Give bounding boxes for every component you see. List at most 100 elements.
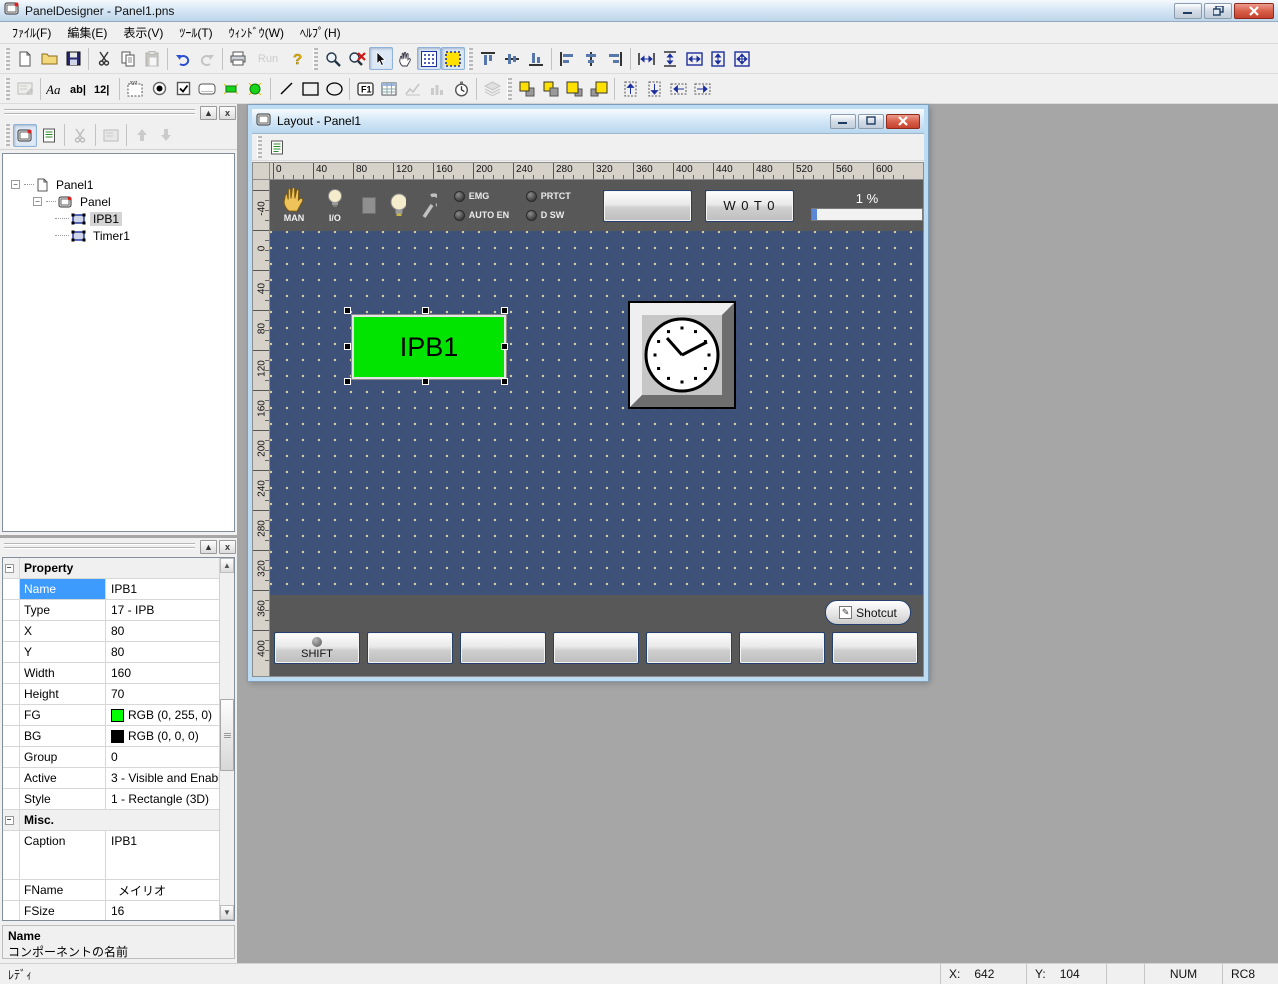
property-row-type[interactable]: Type17 - IPB [3,600,234,621]
shotcut-button[interactable]: ✎ Shotcut [825,600,911,625]
snap-grid-icon[interactable] [441,47,465,70]
property-row-x[interactable]: X80 [3,621,234,642]
layout-restore-button[interactable] [858,114,884,129]
property-row-bg[interactable]: BG RGB (0, 0, 0) [3,726,234,747]
paste-icon[interactable] [140,47,164,70]
bulb-icon-large[interactable] [389,192,405,220]
property-row-group[interactable]: Group0 [3,747,234,768]
menu-tools[interactable]: ﾂｰﾙ(T) [171,21,220,44]
selection-handle[interactable] [344,343,351,350]
redo-icon[interactable] [195,47,219,70]
selection-handle[interactable] [344,307,351,314]
property-row-y[interactable]: Y80 [3,642,234,663]
panel-close-icon[interactable]: x [219,540,236,554]
selection-handle[interactable] [501,307,508,314]
restore-button[interactable] [1204,3,1232,19]
property-group-misc-header[interactable]: − Misc. [3,810,234,831]
fit-right-icon[interactable] [690,77,714,100]
checkbox-icon[interactable] [171,77,195,100]
collapse-icon[interactable]: − [11,180,20,189]
scroll-thumb[interactable] [220,699,234,771]
button-icon[interactable] [195,77,219,100]
function-button-4[interactable] [553,632,639,664]
fit-top-icon[interactable] [618,77,642,100]
send-backward-icon[interactable] [587,77,611,100]
panel-view-icon[interactable] [13,124,37,147]
pan-hand-icon[interactable] [393,47,417,70]
font-icon[interactable]: Aa [44,77,68,100]
bring-forward-icon[interactable] [563,77,587,100]
ellipse-icon[interactable] [322,77,346,100]
fit-left-icon[interactable] [666,77,690,100]
page-view-icon[interactable] [37,124,61,147]
open-folder-icon[interactable] [37,47,61,70]
function-button-7[interactable] [832,632,918,664]
toolbar-grip[interactable] [257,136,262,158]
function-button-2[interactable] [367,632,453,664]
property-group-header[interactable]: − Property [3,558,234,579]
selection-handle[interactable] [501,378,508,385]
property-icon[interactable] [13,77,37,100]
fit-bottom-icon[interactable] [642,77,666,100]
design-canvas[interactable]: IPB1 [270,231,923,595]
radio-button-icon[interactable] [147,77,171,100]
indicator-auto-en[interactable]: AUTO EN [454,207,526,224]
rectangle-icon[interactable] [298,77,322,100]
menu-file[interactable]: ﾌｧｲﾙ(F) [4,21,59,44]
grid-icon[interactable] [417,47,441,70]
collapse-icon[interactable]: − [5,564,14,573]
ipb1-button[interactable]: IPB1 [352,315,506,379]
layout-minimize-button[interactable] [830,114,856,129]
selection-handle[interactable] [501,343,508,350]
same-height-icon[interactable] [706,47,730,70]
minimize-button[interactable] [1174,3,1202,19]
align-right-icon[interactable] [603,47,627,70]
menu-help[interactable]: ﾍﾙﾌﾟ(H) [292,21,349,44]
selection-handle[interactable] [344,378,351,385]
save-icon[interactable] [61,47,85,70]
scroll-down-icon[interactable]: ▼ [220,905,234,920]
print-icon[interactable] [226,47,250,70]
collapse-icon[interactable]: − [5,816,14,825]
tree-item-ipb1[interactable]: IPB1 [3,210,234,227]
line-chart-icon[interactable] [401,77,425,100]
layout-titlebar[interactable]: Layout - Panel1 [252,109,924,134]
led-round-icon[interactable] [243,77,267,100]
new-file-icon[interactable] [13,47,37,70]
property-row-width[interactable]: Width160 [3,663,234,684]
undo-icon[interactable] [171,47,195,70]
property-scrollbar[interactable]: ▲ ▼ [219,558,234,920]
edit-component-icon[interactable] [99,124,123,147]
menu-window[interactable]: ｳｨﾝﾄﾞｳ(W) [221,21,292,44]
page-script-icon[interactable] [265,136,289,159]
panel-grip[interactable] [4,109,195,116]
help-icon[interactable]: ? [286,47,310,70]
tree-item-panel[interactable]: − Panel [3,193,234,210]
copy-icon[interactable] [116,47,140,70]
property-row-fsize[interactable]: FSize16 [3,901,234,921]
align-bottom-icon[interactable] [524,47,548,70]
function-button-5[interactable] [646,632,732,664]
collapse-icon[interactable]: − [33,197,42,206]
timer-icon[interactable] [449,77,473,100]
align-center-icon[interactable] [579,47,603,70]
zoom-cancel-icon[interactable] [345,47,369,70]
panel-close-icon[interactable]: x [219,106,236,120]
space-horizontal-icon[interactable] [634,47,658,70]
wrench-icon[interactable] [419,191,437,221]
selection-handle[interactable] [422,378,429,385]
toolbar-grip[interactable] [5,48,10,70]
space-vertical-icon[interactable] [658,47,682,70]
layout-close-button[interactable] [886,114,920,129]
property-row-name[interactable]: NameIPB1 [3,579,234,600]
delete-icon[interactable] [68,124,92,147]
tree-item-panel1[interactable]: − Panel1 [3,176,234,193]
same-width-icon[interactable] [682,47,706,70]
close-button[interactable] [1234,3,1274,19]
align-left-icon[interactable] [555,47,579,70]
io-lamp-control[interactable]: I/O [321,188,349,223]
property-row-fg[interactable]: FG RGB (0, 255, 0) [3,705,234,726]
align-top-icon[interactable] [476,47,500,70]
hmi-blank-button[interactable] [603,190,692,222]
select-pointer-icon[interactable] [369,47,393,70]
